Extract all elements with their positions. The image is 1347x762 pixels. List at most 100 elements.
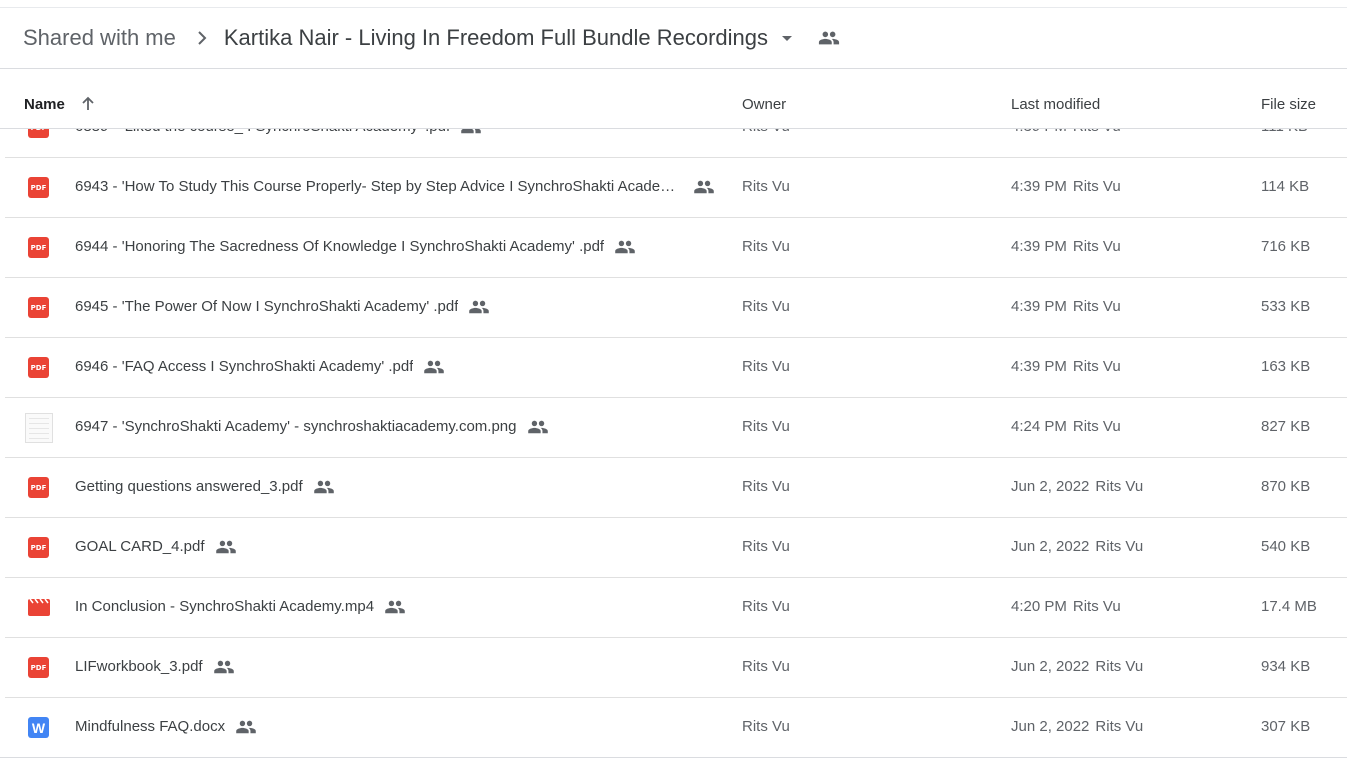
modified-by: Rits Vu bbox=[1072, 358, 1121, 375]
file-size: 17.4 MB bbox=[1261, 598, 1317, 615]
modified-date: Jun 2, 2022 bbox=[1011, 718, 1090, 735]
file-owner: Rits Vu bbox=[742, 718, 790, 735]
file-owner: Rits Vu bbox=[742, 418, 790, 435]
modified-date: 4:20 PM bbox=[1011, 598, 1067, 615]
file-row[interactable]: PDF LIFworkbook_3.pdf Rits Vu Jun 2, 2022 Ri… bbox=[5, 638, 1347, 698]
file-list: PDF6889 - 'Liked the course_ I SynchroSh… bbox=[0, 98, 1347, 762]
file-type-icon: PDF bbox=[28, 657, 50, 679]
column-header-file-size[interactable]: File size bbox=[1261, 96, 1316, 113]
file-type-icon: PDF bbox=[28, 537, 50, 559]
shared-people-icon bbox=[384, 599, 406, 615]
file-row[interactable]: PDF 6944 - 'Honoring The Sacredness Of Kn… bbox=[5, 218, 1347, 278]
file-last-modified: 4:24 PM Rits Vu bbox=[1011, 418, 1121, 435]
pdf-file-icon: PDF bbox=[28, 357, 49, 378]
file-name: 6946 - 'FAQ Access I SynchroShakti Acade… bbox=[75, 358, 414, 375]
column-header-owner[interactable]: Owner bbox=[742, 96, 786, 113]
file-last-modified: 4:39 PM Rits Vu bbox=[1011, 358, 1121, 375]
file-row[interactable]: PDF 6943 - 'How To Study This Course Prop… bbox=[5, 158, 1347, 218]
file-name-cell[interactable]: Mindfulness FAQ.docx bbox=[75, 718, 257, 735]
file-size: 307 KB bbox=[1261, 718, 1311, 735]
breadcrumb-current-folder[interactable]: Kartika Nair - Living In Freedom Full Bu… bbox=[224, 25, 768, 51]
modified-date: 4:39 PM bbox=[1011, 298, 1067, 315]
chevron-right-icon bbox=[194, 30, 210, 46]
file-name-cell[interactable]: Getting questions answered_3.pdf bbox=[75, 478, 335, 495]
file-row[interactable]: In Conclusion - SynchroShakti Academy.mp… bbox=[5, 578, 1347, 638]
file-size: 540 KB bbox=[1261, 538, 1311, 555]
file-name: 6947 - 'SynchroShakti Academy' - synchro… bbox=[75, 418, 517, 435]
file-row[interactable]: PDF 6945 - 'The Power Of Now I SynchroSha… bbox=[5, 278, 1347, 338]
modified-date: Jun 2, 2022 bbox=[1011, 538, 1090, 555]
shared-people-icon bbox=[614, 239, 636, 255]
shared-people-icon bbox=[693, 179, 715, 195]
file-row[interactable]: PDF 6946 - 'FAQ Access I SynchroShakti Ac… bbox=[5, 338, 1347, 398]
file-owner: Rits Vu bbox=[742, 478, 790, 495]
sort-ascending-icon[interactable] bbox=[79, 95, 97, 113]
file-last-modified: 4:39 PM Rits Vu bbox=[1011, 178, 1121, 195]
file-name: Getting questions answered_3.pdf bbox=[75, 478, 303, 495]
file-row[interactable]: PDF GOAL CARD_4.pdf Rits Vu Jun 2, 2022 Rits… bbox=[5, 518, 1347, 578]
file-type-icon bbox=[25, 413, 53, 443]
file-name: In Conclusion - SynchroShakti Academy.mp… bbox=[75, 598, 375, 615]
file-size: 827 KB bbox=[1261, 418, 1311, 435]
modified-by: Rits Vu bbox=[1095, 478, 1144, 495]
file-name-cell[interactable]: 6944 - 'Honoring The Sacredness Of Knowl… bbox=[75, 238, 636, 255]
file-name: LIFworkbook_3.pdf bbox=[75, 658, 203, 675]
file-last-modified: Jun 2, 2022 Rits Vu bbox=[1011, 478, 1143, 495]
file-owner: Rits Vu bbox=[742, 538, 790, 555]
file-row[interactable]: PDF Getting questions answered_3.pdf Rits … bbox=[5, 458, 1347, 518]
dropdown-arrow-icon[interactable] bbox=[778, 29, 796, 47]
file-type-icon: W bbox=[28, 717, 50, 739]
file-owner: Rits Vu bbox=[742, 178, 790, 195]
file-size: 716 KB bbox=[1261, 238, 1311, 255]
file-name-cell[interactable]: In Conclusion - SynchroShakti Academy.mp… bbox=[75, 598, 406, 615]
column-header-name[interactable]: Name bbox=[24, 95, 97, 113]
file-last-modified: Jun 2, 2022 Rits Vu bbox=[1011, 718, 1143, 735]
file-row[interactable]: W Mindfulness FAQ.docx Rits Vu Jun 2, 2022 R… bbox=[5, 698, 1347, 758]
file-owner: Rits Vu bbox=[742, 658, 790, 675]
modified-date: Jun 2, 2022 bbox=[1011, 658, 1090, 675]
image-thumbnail-icon bbox=[25, 413, 53, 443]
file-row[interactable]: 6947 - 'SynchroShakti Academy' - synchro… bbox=[5, 398, 1347, 458]
file-last-modified: Jun 2, 2022 Rits Vu bbox=[1011, 538, 1143, 555]
shared-people-icon bbox=[468, 299, 490, 315]
modified-by: Rits Vu bbox=[1072, 238, 1121, 255]
file-size: 934 KB bbox=[1261, 658, 1311, 675]
video-file-icon bbox=[28, 598, 50, 616]
modified-by: Rits Vu bbox=[1072, 178, 1121, 195]
file-size: 114 KB bbox=[1261, 178, 1310, 195]
bottom-divider bbox=[0, 757, 1347, 758]
column-name-label: Name bbox=[24, 95, 65, 113]
file-name: 6943 - 'How To Study This Course Properl… bbox=[75, 178, 683, 195]
shared-people-icon bbox=[527, 419, 549, 435]
file-name-cell[interactable]: 6945 - 'The Power Of Now I SynchroShakti… bbox=[75, 298, 490, 315]
file-name: Mindfulness FAQ.docx bbox=[75, 718, 226, 735]
column-header-last-modified[interactable]: Last modified bbox=[1011, 96, 1100, 113]
file-name-cell[interactable]: 6946 - 'FAQ Access I SynchroShakti Acade… bbox=[75, 358, 445, 375]
file-name-cell[interactable]: 6943 - 'How To Study This Course Properl… bbox=[75, 178, 715, 195]
modified-by: Rits Vu bbox=[1072, 298, 1121, 315]
file-name-cell[interactable]: LIFworkbook_3.pdf bbox=[75, 658, 235, 675]
file-size: 870 KB bbox=[1261, 478, 1311, 495]
file-type-icon: PDF bbox=[28, 477, 50, 499]
modified-by: Rits Vu bbox=[1095, 718, 1144, 735]
pdf-file-icon: PDF bbox=[28, 297, 49, 318]
shared-people-icon bbox=[213, 659, 235, 675]
file-last-modified: 4:39 PM Rits Vu bbox=[1011, 298, 1121, 315]
pdf-file-icon: PDF bbox=[28, 657, 49, 678]
pdf-file-icon: PDF bbox=[28, 477, 49, 498]
file-name-cell[interactable]: 6947 - 'SynchroShakti Academy' - synchro… bbox=[75, 418, 549, 435]
file-last-modified: 4:39 PM Rits Vu bbox=[1011, 238, 1121, 255]
modified-date: 4:39 PM bbox=[1011, 238, 1067, 255]
file-name: GOAL CARD_4.pdf bbox=[75, 538, 205, 555]
file-owner: Rits Vu bbox=[742, 358, 790, 375]
shared-people-icon[interactable] bbox=[818, 27, 840, 49]
file-size: 533 KB bbox=[1261, 298, 1311, 315]
modified-date: 4:39 PM bbox=[1011, 178, 1067, 195]
shared-people-icon bbox=[235, 719, 257, 735]
file-type-icon: PDF bbox=[28, 297, 50, 319]
file-type-icon: PDF bbox=[28, 357, 50, 379]
file-name-cell[interactable]: GOAL CARD_4.pdf bbox=[75, 538, 237, 555]
breadcrumb-shared-with-me[interactable]: Shared with me bbox=[23, 25, 176, 51]
modified-by: Rits Vu bbox=[1072, 598, 1121, 615]
file-owner: Rits Vu bbox=[742, 298, 790, 315]
